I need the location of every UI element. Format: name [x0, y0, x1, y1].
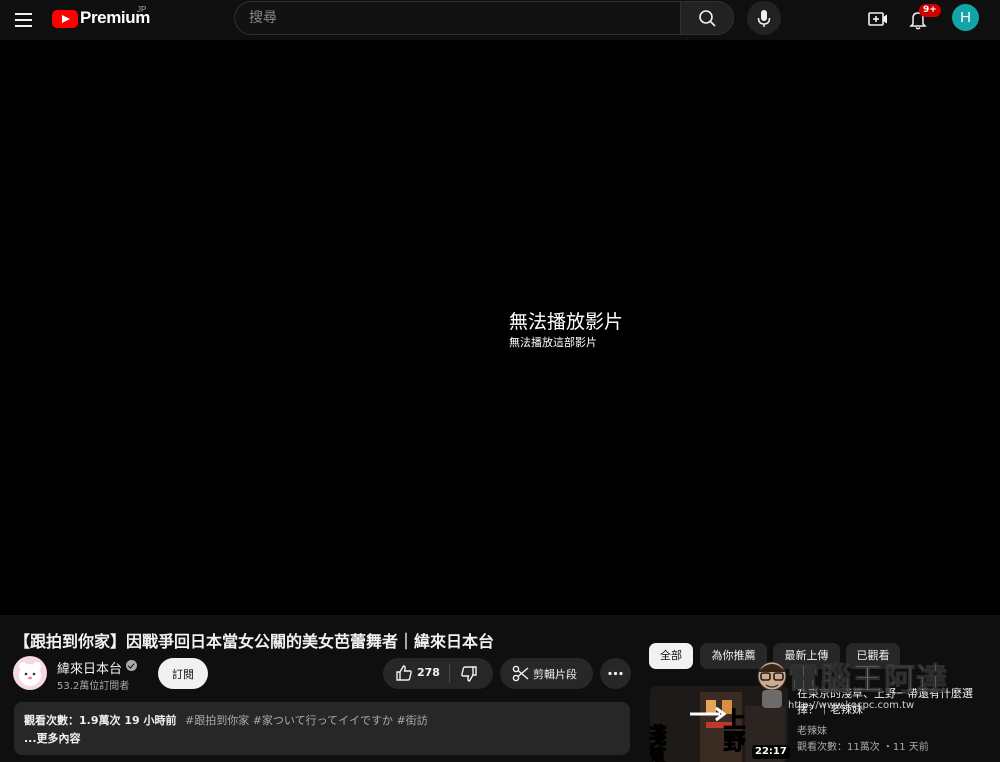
channel-mascot-icon [19, 662, 41, 686]
logo-region: JP [137, 5, 147, 14]
recommendation-channel[interactable]: 老辣妹 [797, 722, 827, 737]
watermark-mascot-icon [757, 661, 787, 708]
thumb-text-right: 上野 [720, 708, 746, 753]
more-horizontal-icon [608, 671, 623, 676]
menu-icon[interactable] [12, 8, 36, 32]
more-actions-button[interactable] [600, 658, 631, 689]
create-video-icon [868, 12, 887, 26]
video-player[interactable]: 無法播放影片 無法播放這部影片 [0, 40, 1000, 615]
site-watermark: 電腦王阿達 http://www.kocpc.com.tw [752, 652, 978, 720]
scissors-icon [512, 665, 529, 682]
like-dislike-group: 278 [383, 658, 493, 689]
like-count: 278 [417, 666, 440, 679]
thumb-text-left: 淺草 [650, 723, 667, 762]
view-count-and-time: 觀看次數：1.9萬次 19 小時前 [24, 714, 177, 727]
description-box[interactable]: 觀看次數：1.9萬次 19 小時前 #跟拍到你家 #家ついて行ってイイですか #… [14, 702, 630, 755]
subscribe-button[interactable]: 訂閱 [158, 658, 208, 689]
mic-icon [757, 10, 771, 27]
top-bar: Premium JP 9+ H [0, 0, 1000, 40]
notification-badge: 9+ [919, 4, 941, 17]
thumbs-up-icon [396, 665, 412, 681]
player-error-subtitle: 無法播放這部影片 [509, 336, 597, 349]
chip-all[interactable]: 全部 [649, 643, 693, 669]
thumbs-down-icon [461, 666, 477, 682]
video-title: 【跟拍到你家】因戰爭回日本當女公關的美女芭蕾舞者｜緯來日本台 [14, 632, 495, 651]
create-button[interactable] [864, 5, 892, 33]
search-input[interactable] [234, 1, 681, 35]
watermark-text: 電腦王阿達 [788, 662, 948, 699]
recommendation-meta: 觀看次數：11萬次 ・11 天前 [797, 742, 929, 753]
dislike-button[interactable] [450, 658, 493, 689]
hashtags[interactable]: #跟拍到你家 #家ついて行ってイイですか #街訪 [185, 712, 428, 728]
clip-button[interactable]: 剪輯片段 [500, 658, 593, 689]
like-button[interactable]: 278 [383, 658, 449, 689]
channel-name[interactable]: 緯來日本台 [57, 658, 122, 677]
show-more-link[interactable]: ...更多內容 [24, 730, 81, 746]
search-bar [234, 1, 734, 35]
search-icon [699, 10, 716, 27]
subscriber-count: 53.2萬位訂閱者 [57, 681, 130, 692]
search-button[interactable] [680, 1, 734, 35]
verified-badge-icon [126, 660, 137, 671]
clip-label: 剪輯片段 [533, 668, 577, 681]
watermark-url: http://www.kocpc.com.tw [788, 700, 915, 711]
voice-search-button[interactable] [747, 1, 781, 35]
player-error-title: 無法播放影片 [509, 311, 624, 333]
youtube-play-icon [52, 10, 78, 28]
channel-avatar[interactable] [13, 656, 47, 690]
account-avatar[interactable]: H [952, 4, 979, 31]
recommendation-duration: 22:17 [752, 745, 790, 759]
